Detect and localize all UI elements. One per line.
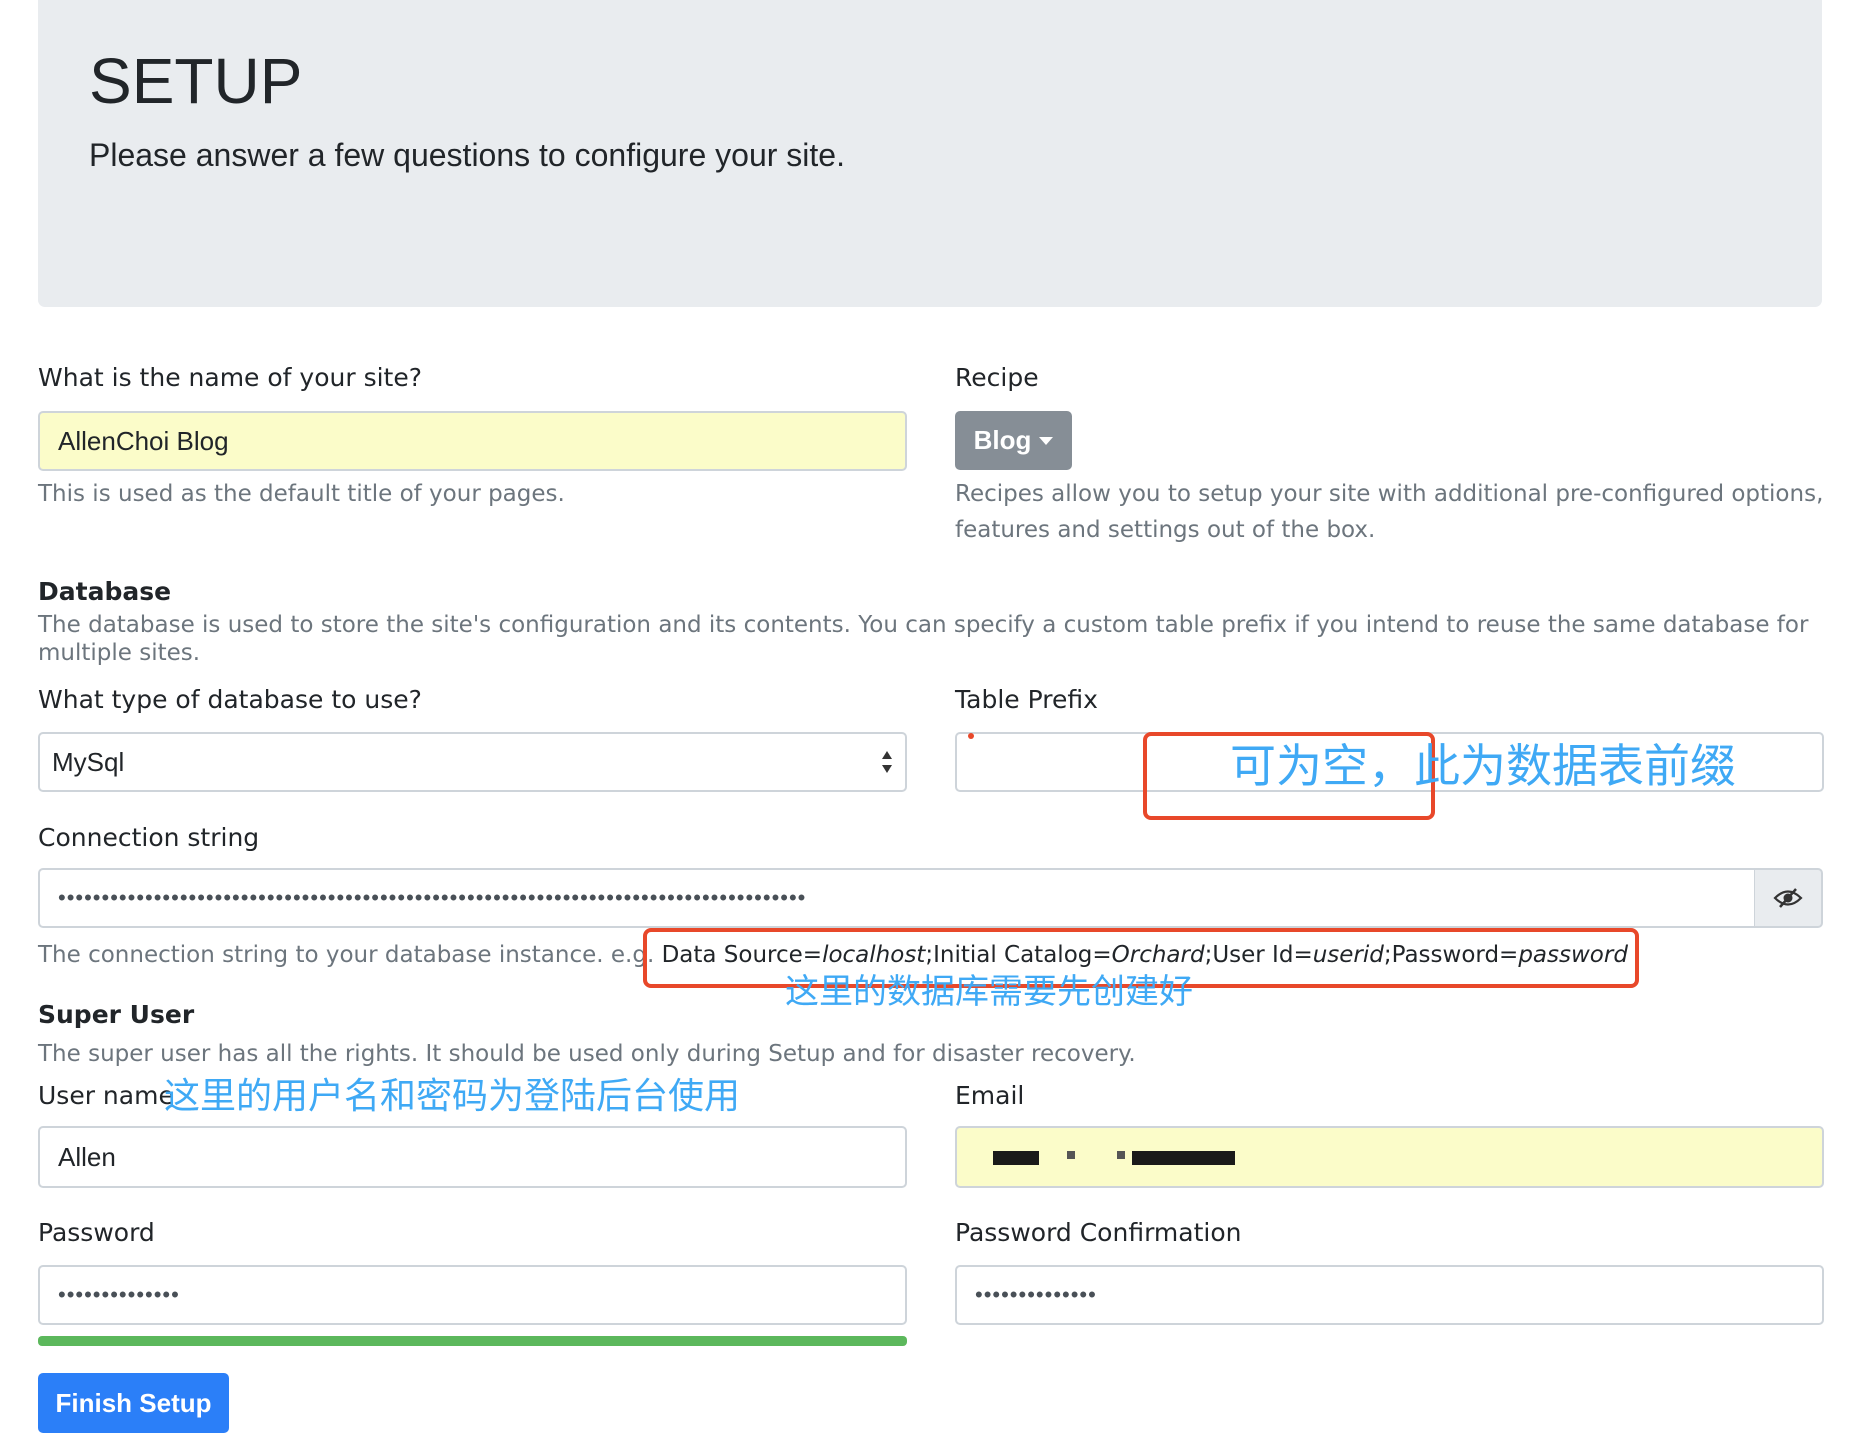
annotation-user-note: 这里的用户名和密码为登陆后台使用 bbox=[164, 1076, 741, 1117]
caret-down-icon bbox=[1039, 436, 1054, 445]
redacted-email-part bbox=[1132, 1151, 1235, 1165]
username-value: Allen bbox=[58, 1141, 116, 1172]
password-confirm-mask: •••••••••••••• bbox=[975, 1282, 1097, 1307]
redacted-email-part bbox=[1067, 1151, 1075, 1159]
db-type-select[interactable]: MySql bbox=[38, 732, 907, 792]
annotation-prefix-note: 可为空，此为数据表前缀 bbox=[1230, 739, 1736, 793]
conn-string-input[interactable]: ••••••••••••••••••••••••••••••••••••••••… bbox=[38, 868, 1756, 928]
username-label: User name bbox=[38, 1081, 174, 1110]
password-strength-bar bbox=[38, 1336, 907, 1346]
select-arrows-icon bbox=[882, 751, 892, 773]
email-input[interactable] bbox=[955, 1126, 1824, 1188]
toggle-visibility-button[interactable] bbox=[1755, 868, 1823, 928]
db-type-label: What type of database to use? bbox=[38, 685, 422, 714]
site-name-value: AllenChoi Blog bbox=[58, 425, 229, 456]
eye-slash-icon bbox=[1773, 888, 1803, 908]
password-confirm-input[interactable]: •••••••••••••• bbox=[955, 1265, 1824, 1325]
database-help: The database is used to store the site's… bbox=[38, 612, 1809, 666]
site-name-help: This is used as the default title of you… bbox=[38, 481, 565, 507]
password-confirm-label: Password Confirmation bbox=[955, 1218, 1242, 1247]
conn-string-mask: ••••••••••••••••••••••••••••••••••••••••… bbox=[58, 885, 807, 910]
password-label: Password bbox=[38, 1218, 155, 1247]
page-lead: Please answer a few questions to configu… bbox=[89, 137, 845, 173]
conn-string-label: Connection string bbox=[38, 823, 260, 852]
recipe-selected: Blog bbox=[973, 425, 1032, 455]
redacted-email-part bbox=[1117, 1151, 1125, 1159]
recipe-label: Recipe bbox=[955, 363, 1039, 392]
db-type-value: MySql bbox=[52, 746, 125, 777]
setup-header: SETUP Please answer a few questions to c… bbox=[38, 0, 1822, 307]
username-input[interactable]: Allen bbox=[38, 1126, 907, 1188]
site-name-input[interactable]: AllenChoi Blog bbox=[38, 411, 907, 471]
finish-setup-button[interactable]: Finish Setup bbox=[38, 1373, 229, 1433]
superuser-section-title: Super User bbox=[38, 1000, 195, 1029]
required-dot bbox=[968, 733, 974, 739]
email-label: Email bbox=[955, 1081, 1025, 1110]
annotation-db-note: 这里的数据库需要先创建好 bbox=[785, 972, 1193, 1012]
site-name-label: What is the name of your site? bbox=[38, 363, 422, 392]
database-section-title: Database bbox=[38, 577, 172, 606]
password-input[interactable]: •••••••••••••• bbox=[38, 1265, 907, 1325]
password-mask: •••••••••••••• bbox=[58, 1282, 180, 1307]
recipe-dropdown-button[interactable]: Blog bbox=[955, 411, 1072, 470]
redacted-email-part bbox=[993, 1151, 1039, 1165]
conn-help-prefix: The connection string to your database i… bbox=[38, 942, 655, 968]
recipe-help: Recipes allow you to setup your site wit… bbox=[955, 481, 1824, 543]
table-prefix-label: Table Prefix bbox=[955, 685, 1098, 714]
page-title: SETUP bbox=[89, 45, 303, 117]
